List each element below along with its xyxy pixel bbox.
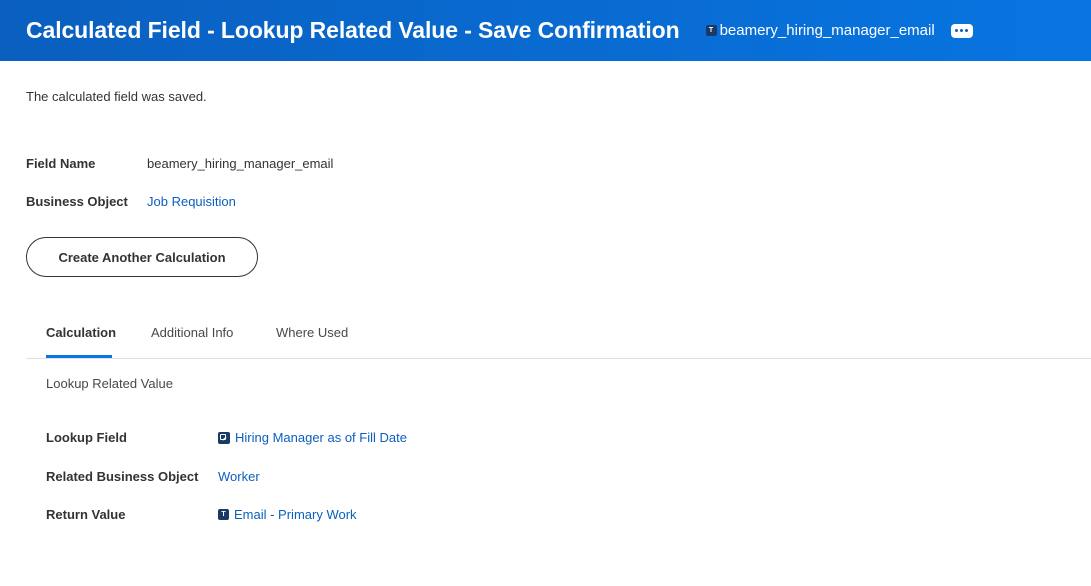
related-business-object-link[interactable]: Worker [218,469,260,484]
related-business-object-label: Related Business Object [46,469,199,484]
text-type-icon: T [218,509,229,520]
field-name-label: Field Name [26,156,96,171]
lookup-field-link[interactable]: Hiring Manager as of Fill Date [235,430,407,445]
field-tag-label: beamery_hiring_manager_email [719,22,935,39]
related-instance-icon [218,431,230,444]
tab-where-used[interactable]: Where Used [276,325,348,340]
active-tab-indicator [46,355,112,358]
page-title: Calculated Field - Lookup Related Value … [26,17,680,43]
create-another-calculation-button[interactable]: Create Another Calculation [26,237,258,277]
tab-calculation[interactable]: Calculation [46,325,116,340]
lookup-field-label: Lookup Field [46,430,127,445]
related-business-object-value: Worker [218,469,260,484]
field-name-row: Field Name beamery_hiring_manager_email [26,156,333,171]
return-value-value: T Email - Primary Work [218,507,357,522]
ellipsis-icon [955,29,959,32]
business-object-link[interactable]: Job Requisition [147,194,236,209]
related-actions-button[interactable] [950,23,973,38]
lookup-field-value: Hiring Manager as of Fill Date [218,430,407,445]
return-value-label: Return Value [46,507,126,522]
page-header: Calculated Field - Lookup Related Value … [0,0,1091,61]
business-object-row: Business Object Job Requisition [26,194,236,209]
calculation-type-subtitle: Lookup Related Value [46,376,173,391]
return-value-link[interactable]: Email - Primary Work [234,507,357,522]
text-type-icon: T [705,25,717,36]
tab-additional-info[interactable]: Additional Info [151,325,233,340]
save-confirmation-message: The calculated field was saved. [26,89,207,104]
tab-bar: Calculation Additional Info Where Used [26,314,1091,359]
field-name-value: beamery_hiring_manager_email [147,156,334,171]
business-object-label: Business Object [26,194,128,209]
field-tag: T beamery_hiring_manager_email [705,22,935,39]
